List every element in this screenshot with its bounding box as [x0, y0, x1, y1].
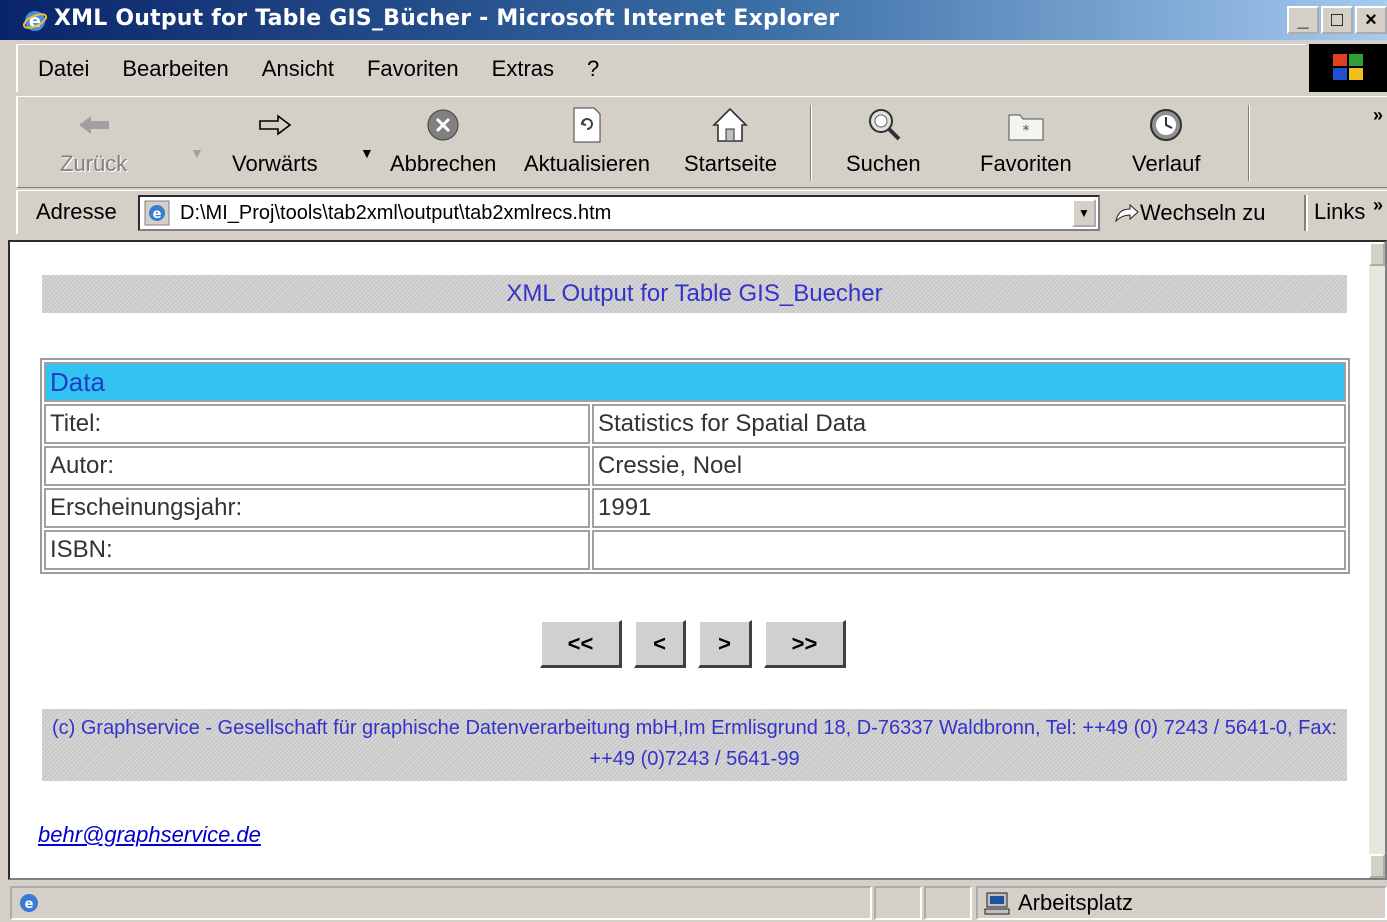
maximize-button[interactable]: □: [1321, 6, 1353, 34]
forward-button[interactable]: Vorwärts: [232, 103, 318, 183]
toolbar-overflow-icon[interactable]: »: [1373, 105, 1383, 126]
next-record-button[interactable]: >: [698, 620, 752, 668]
menu-datei[interactable]: Datei: [38, 56, 89, 82]
menu-help[interactable]: ?: [587, 56, 599, 82]
back-arrow-icon: [78, 116, 109, 134]
history-clock-icon: [1150, 109, 1183, 141]
minimize-button[interactable]: _: [1287, 6, 1319, 34]
scroll-down-icon[interactable]: [1369, 854, 1385, 878]
data-table: Data Titel: Statistics for Spatial Data …: [40, 358, 1350, 574]
address-url: D:\MI_Proj\tools\tab2xml\output\tab2xmlr…: [180, 202, 612, 224]
address-label: Adresse: [36, 199, 117, 224]
menu-ansicht[interactable]: Ansicht: [262, 56, 334, 82]
forward-arrow-icon: [258, 114, 292, 136]
menu-extras[interactable]: Extras: [492, 56, 554, 82]
address-input[interactable]: e D:\MI_Proj\tools\tab2xml\output\tab2xm…: [138, 195, 1100, 231]
standard-toolbar: Zurück ▼ Vorwärts ▼ Abbrechen Aktualisie…: [16, 96, 1387, 188]
page-title: XML Output for Table GIS_Buecher: [42, 275, 1347, 313]
svg-text:e: e: [153, 207, 162, 222]
table-row: Autor: Cressie, Noel: [44, 446, 1346, 486]
security-zone: Arbeitsplatz: [976, 886, 1387, 920]
row-value: Statistics for Spatial Data: [592, 404, 1346, 444]
stop-icon: [427, 109, 459, 141]
toolbar-separator: [1248, 105, 1250, 181]
links-button[interactable]: Links: [1314, 199, 1365, 225]
home-button[interactable]: Startseite: [684, 103, 777, 183]
go-button[interactable]: Wechseln zu: [1112, 195, 1266, 231]
status-bar: e Arbeitsplatz: [0, 882, 1387, 922]
menu-favoriten[interactable]: Favoriten: [367, 56, 459, 82]
scroll-up-icon[interactable]: [1369, 242, 1385, 266]
search-icon: [869, 109, 901, 141]
table-heading: Data: [44, 362, 1346, 402]
refresh-button[interactable]: Aktualisieren: [524, 103, 650, 183]
row-value: Cressie, Noel: [592, 446, 1346, 486]
home-icon: [712, 107, 749, 142]
first-record-button[interactable]: <<: [540, 620, 622, 668]
table-row: ISBN:: [44, 530, 1346, 570]
page-icon: e: [144, 200, 170, 226]
history-button[interactable]: Verlauf: [1132, 103, 1201, 183]
footer-copyright: (c) Graphservice - Gesellschaft für grap…: [42, 709, 1347, 781]
table-row: Titel: Statistics for Spatial Data: [44, 404, 1346, 444]
favorites-folder-icon: *: [1008, 114, 1044, 141]
close-button[interactable]: ×: [1355, 6, 1387, 34]
forward-dropdown[interactable]: ▼: [360, 145, 374, 161]
status-cell: [874, 886, 922, 920]
row-value: [592, 530, 1346, 570]
toolbar-separator: [810, 105, 812, 181]
menu-bar: Datei Bearbeiten Ansicht Favoriten Extra…: [16, 44, 1306, 92]
internet-explorer-icon: e: [22, 11, 48, 32]
favorites-button[interactable]: * Favoriten: [980, 103, 1072, 183]
go-arrow-icon: [1115, 203, 1139, 223]
status-text-area: e: [10, 886, 872, 920]
search-button[interactable]: Suchen: [846, 103, 921, 183]
zone-label: Arbeitsplatz: [1018, 890, 1133, 915]
row-label: ISBN:: [44, 530, 590, 570]
refresh-icon: [573, 107, 601, 143]
svg-text:e: e: [25, 897, 34, 912]
menu-bearbeiten[interactable]: Bearbeiten: [122, 56, 228, 82]
status-cell: [924, 886, 972, 920]
last-record-button[interactable]: >>: [764, 620, 846, 668]
title-bar: e XML Output for Table GIS_Bücher - Micr…: [0, 0, 1387, 40]
back-dropdown[interactable]: ▼: [190, 145, 204, 161]
svg-text:*: *: [1022, 123, 1029, 139]
table-row: Erscheinungsjahr: 1991: [44, 488, 1346, 528]
address-dropdown-icon[interactable]: ▼: [1072, 199, 1096, 227]
browser-viewport: XML Output for Table GIS_Buecher Data Ti…: [8, 240, 1387, 880]
page-content: XML Output for Table GIS_Buecher Data Ti…: [10, 242, 1369, 878]
computer-icon: [984, 892, 1010, 915]
vertical-scrollbar[interactable]: [1369, 242, 1385, 878]
row-value: 1991: [592, 488, 1346, 528]
page-status-icon: e: [20, 894, 38, 912]
links-separator: [1304, 195, 1308, 231]
row-label: Erscheinungsjahr:: [44, 488, 590, 528]
window-title: XML Output for Table GIS_Bücher - Micros…: [54, 6, 840, 31]
windows-throbber: [1309, 44, 1387, 92]
record-navigation: << < > >>: [540, 620, 846, 668]
address-bar: Adresse e D:\MI_Proj\tools\tab2xml\outpu…: [16, 190, 1387, 234]
back-button[interactable]: Zurück: [60, 103, 127, 183]
windows-logo-icon: [1333, 54, 1363, 80]
email-link[interactable]: behr@graphservice.de: [38, 822, 261, 848]
previous-record-button[interactable]: <: [634, 620, 686, 668]
row-label: Autor:: [44, 446, 590, 486]
stop-button[interactable]: Abbrechen: [390, 103, 496, 183]
links-overflow-icon[interactable]: »: [1373, 195, 1383, 216]
row-label: Titel:: [44, 404, 590, 444]
